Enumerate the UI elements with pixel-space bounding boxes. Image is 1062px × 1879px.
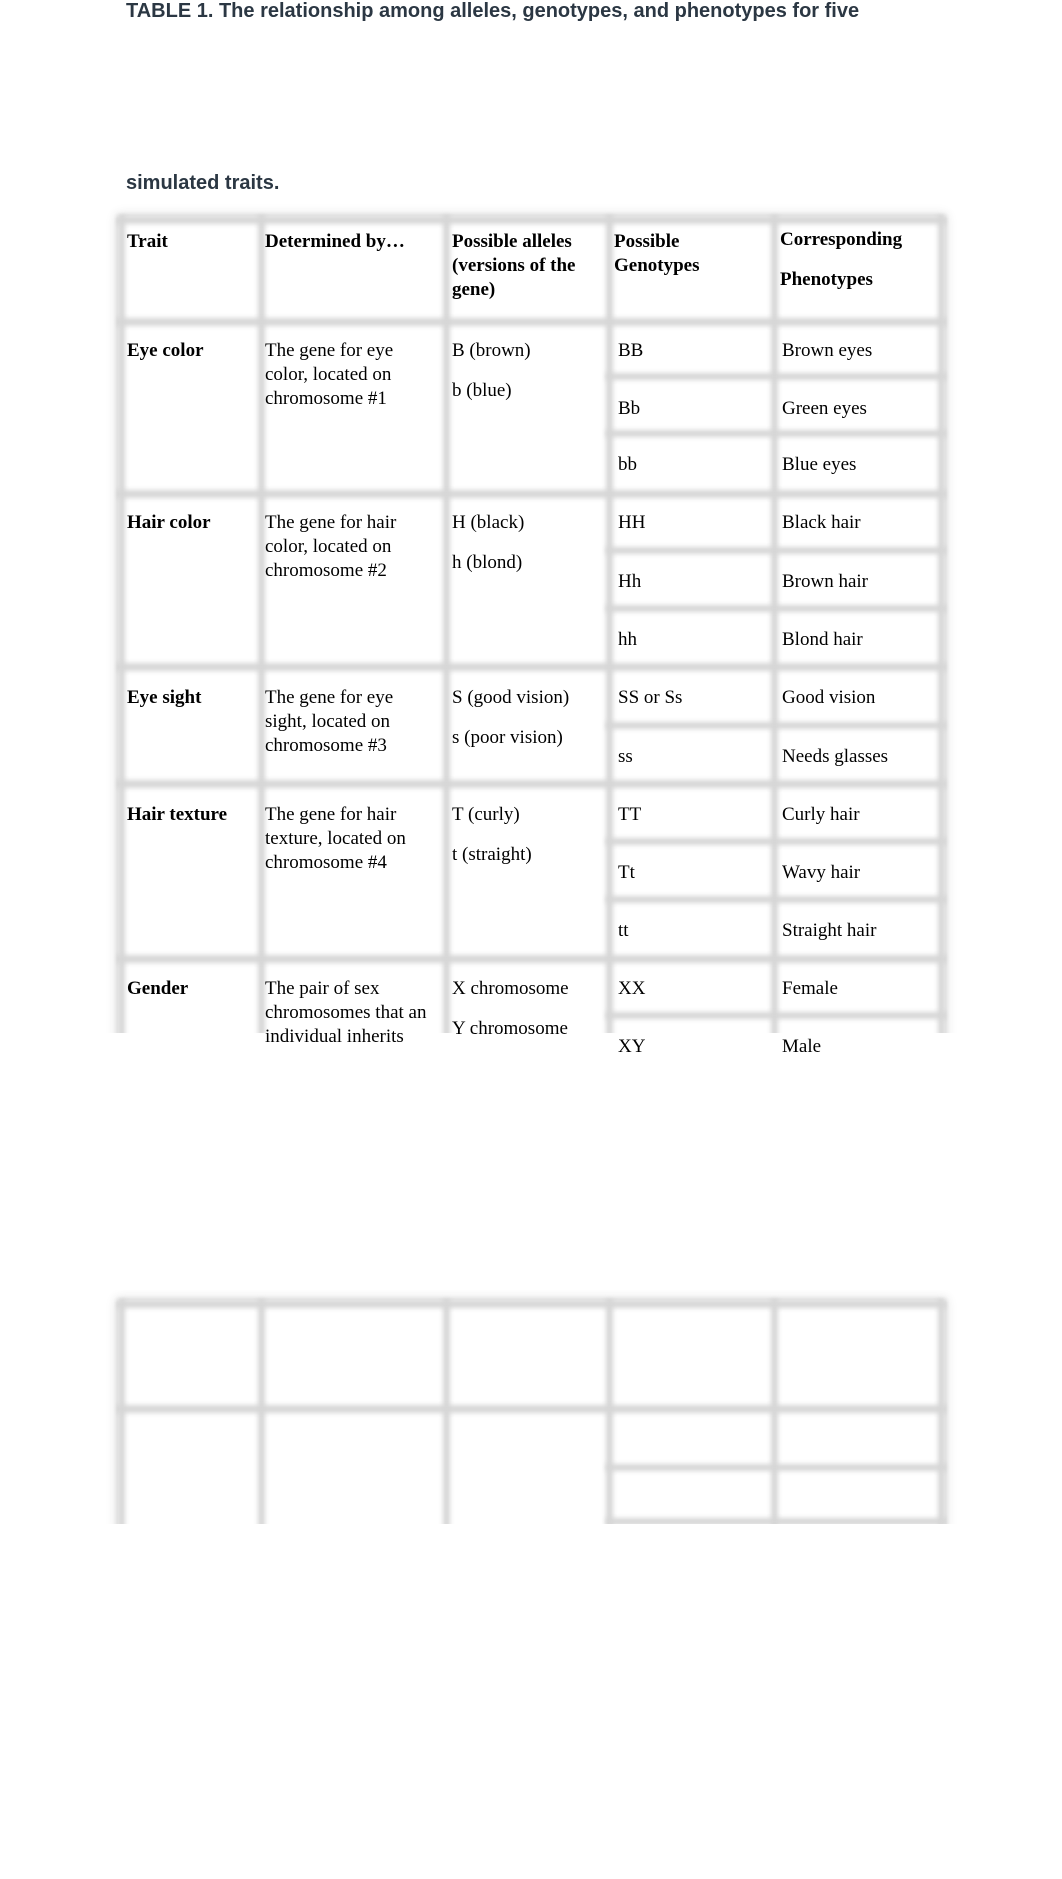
row-2-genotype-2: Hh <box>618 571 642 592</box>
row-2-genotype-1: HH <box>618 512 646 533</box>
ghost-table-region <box>0 1290 1062 1524</box>
row-2-phenotype-2: Brown hair <box>782 571 869 592</box>
row-5-genotype-2: XY <box>618 1036 646 1057</box>
row-4-trait: Hair texture <box>127 804 228 825</box>
row-1-phenotype-1: Brown eyes <box>782 340 873 361</box>
row-1-phenotype-2: Green eyes <box>782 398 867 419</box>
row-2-phenotype-1: Black hair <box>782 512 861 533</box>
row-1-phenotype-3: Blue eyes <box>782 454 857 475</box>
row-4-phenotype-2: Wavy hair <box>782 862 861 883</box>
row-3-trait: Eye sight <box>127 687 202 708</box>
row-3-determined-by: The gene for eye sight, located on chrom… <box>265 687 394 756</box>
row-2-allele-2: h (blond) <box>452 552 523 573</box>
row-4-genotype-1: TT <box>618 804 642 825</box>
row-4-determined-by: The gene for hair texture, located on ch… <box>265 804 406 873</box>
row-1-genotype-1: BB <box>618 340 644 361</box>
row-4-allele-1: T (curly) <box>452 804 520 825</box>
row-5-determined-by: The pair of sex chromosomes that an indi… <box>265 978 427 1047</box>
row-3-genotype-2: ss <box>618 746 633 767</box>
row-5-phenotype-1: Female <box>782 978 838 999</box>
row-4-genotype-2: Tt <box>618 862 635 883</box>
row-3-phenotype-2: Needs glasses <box>782 746 889 767</box>
header-trait: Trait <box>127 231 168 252</box>
header-possible-alleles: Possible alleles (versions of the gene) <box>452 231 576 300</box>
header-determined-by: Determined by… <box>265 231 405 252</box>
row-2-phenotype-3: Blond hair <box>782 629 863 650</box>
row-1-genotype-3: bb <box>618 454 637 475</box>
header-possible-genotypes: Possible Genotypes <box>614 231 700 276</box>
row-2-determined-by: The gene for hair color, located on chro… <box>265 512 397 581</box>
row-4-allele-2: t (straight) <box>452 844 532 865</box>
row-1-allele-2: b (blue) <box>452 380 512 401</box>
row-3-allele-1: S (good vision) <box>452 687 570 708</box>
row-1-genotype-2: Bb <box>618 398 641 419</box>
row-3-phenotype-1: Good vision <box>782 687 876 708</box>
row-4-genotype-3: tt <box>618 920 629 941</box>
row-5-phenotype-2: Male <box>782 1036 822 1057</box>
row-5-trait: Gender <box>127 978 189 999</box>
row-4-phenotype-1: Curly hair <box>782 804 860 825</box>
row-2-allele-1: H (black) <box>452 512 525 533</box>
header-corresponding-phenotypes: Corresponding Phenotypes <box>780 229 903 290</box>
row-4-phenotype-3: Straight hair <box>782 920 877 941</box>
row-5-allele-2: Y chromosome <box>452 1018 568 1039</box>
row-2-genotype-3: hh <box>618 629 637 650</box>
row-1-determined-by: The gene for eye color, located on chrom… <box>265 340 394 409</box>
ghost-table-frame <box>118 1300 945 1524</box>
row-5-genotype-1: XX <box>618 978 646 999</box>
row-3-allele-2: s (poor vision) <box>452 727 563 748</box>
row-3-genotype-1: SS or Ss <box>618 687 683 708</box>
row-1-allele-1: B (brown) <box>452 340 531 361</box>
row-2-trait: Hair color <box>127 512 211 533</box>
main-table-region: Trait Determined by… Possible alleles (v… <box>0 0 1062 1033</box>
row-5-allele-1: X chromosome <box>452 978 569 999</box>
row-1-trait: Eye color <box>127 340 204 361</box>
